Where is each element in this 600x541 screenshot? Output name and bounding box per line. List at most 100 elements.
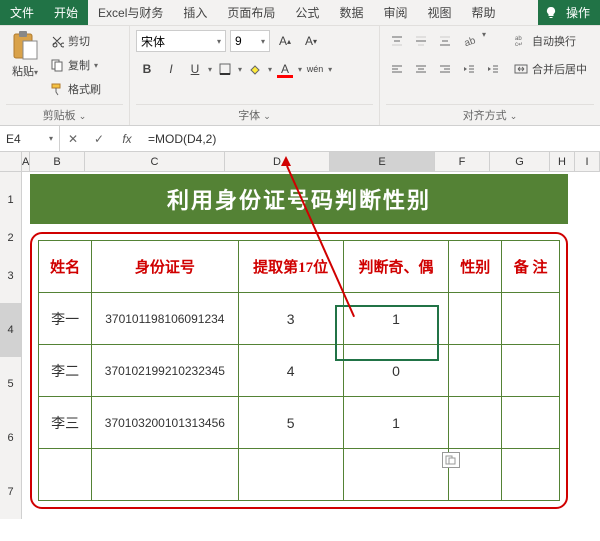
increase-font-button[interactable]: A▴	[274, 30, 296, 52]
decrease-indent-button[interactable]	[458, 58, 480, 80]
wrap-text-label: 自动换行	[532, 33, 576, 49]
menu-data[interactable]: 数据	[329, 0, 373, 25]
cell-note[interactable]	[502, 397, 560, 449]
menu-home[interactable]: 开始	[44, 0, 88, 25]
cut-button[interactable]: 剪切	[50, 30, 101, 52]
cell-odd[interactable]	[343, 449, 448, 501]
svg-text:ab: ab	[463, 35, 476, 48]
menu-tell-me[interactable]: 操作	[564, 0, 600, 25]
worksheet-grid[interactable]: A B C D E F G H I 1 2 3 4 5 6 7 利用身份证号码判…	[0, 152, 600, 172]
font-color-button[interactable]: A	[274, 58, 296, 80]
align-right-button[interactable]	[434, 58, 456, 80]
cell-d17[interactable]: 3	[238, 293, 343, 345]
align-bottom-button[interactable]	[434, 30, 456, 52]
align-top-button[interactable]	[386, 30, 408, 52]
th-id: 身份证号	[92, 241, 238, 293]
cell-odd[interactable]: 0	[343, 345, 448, 397]
paste-button[interactable]: 粘贴▾	[6, 30, 44, 79]
row-header-5[interactable]: 5	[0, 357, 22, 411]
th-name: 姓名	[39, 241, 92, 293]
brush-icon	[50, 82, 64, 96]
format-painter-button[interactable]: 格式刷	[50, 78, 101, 100]
wrap-text-button[interactable]: abc↵ 自动换行	[514, 30, 587, 52]
cell-sex[interactable]	[449, 293, 502, 345]
cell-name[interactable]: 李一	[39, 293, 92, 345]
accept-formula-button[interactable]: ✓	[86, 132, 112, 146]
th-odd: 判断奇、偶	[343, 241, 448, 293]
menu-insert[interactable]: 插入	[173, 0, 217, 25]
col-header-i[interactable]: I	[575, 152, 600, 171]
font-size-select[interactable]: 9▾	[230, 30, 270, 52]
cell-name[interactable]: 李三	[39, 397, 92, 449]
col-header-f[interactable]: F	[435, 152, 490, 171]
cell-id[interactable]: 370102199210232345	[92, 345, 238, 397]
col-header-c[interactable]: C	[85, 152, 225, 171]
data-table-frame: 姓名 身份证号 提取第17位 判断奇、偶 性别 备 注 李一 370101198…	[30, 232, 568, 509]
cell-sex[interactable]	[449, 345, 502, 397]
cell-note[interactable]	[502, 345, 560, 397]
fx-icon[interactable]: fx	[112, 132, 142, 146]
name-box[interactable]: E4▾	[0, 126, 60, 151]
align-middle-button[interactable]	[410, 30, 432, 52]
cell-sex[interactable]	[449, 397, 502, 449]
cell-name[interactable]: 李二	[39, 345, 92, 397]
row-header-6[interactable]: 6	[0, 411, 22, 465]
cell-note[interactable]	[502, 449, 560, 501]
cell-d17[interactable]: 4	[238, 345, 343, 397]
row-header-1[interactable]: 1	[0, 172, 22, 227]
fill-color-button[interactable]	[244, 58, 266, 80]
font-name-select[interactable]: 宋体▾	[136, 30, 226, 52]
align-left-button[interactable]	[386, 58, 408, 80]
name-box-value: E4	[6, 132, 21, 146]
format-painter-label: 格式刷	[68, 81, 101, 97]
table-row: 李三 370103200101313456 5 1	[39, 397, 560, 449]
menu-review[interactable]: 审阅	[373, 0, 417, 25]
cell-id[interactable]: 370101198106091234	[92, 293, 238, 345]
cell-odd[interactable]: 1	[343, 397, 448, 449]
menu-help[interactable]: 帮助	[461, 0, 505, 25]
col-header-e[interactable]: E	[330, 152, 435, 171]
col-header-b[interactable]: B	[30, 152, 85, 171]
tell-me-icon[interactable]	[538, 0, 564, 25]
bold-button[interactable]: B	[136, 58, 158, 80]
row-header-4[interactable]: 4	[0, 303, 22, 357]
cell-name[interactable]	[39, 449, 92, 501]
formula-input[interactable]: =MOD(D4,2)	[142, 126, 600, 151]
decrease-font-button[interactable]: A▾	[300, 30, 322, 52]
underline-button[interactable]: U	[184, 58, 206, 80]
menu-excel-fin[interactable]: Excel与财务	[88, 0, 173, 25]
cell-id[interactable]	[92, 449, 238, 501]
row-header-2[interactable]: 2	[0, 227, 22, 249]
title-banner: 利用身份证号码判断性别	[30, 174, 568, 224]
menu-formulas[interactable]: 公式	[285, 0, 329, 25]
phonetic-button[interactable]: wén	[304, 58, 326, 80]
col-header-g[interactable]: G	[490, 152, 550, 171]
select-all-corner[interactable]	[0, 152, 22, 171]
merge-icon	[514, 62, 528, 76]
row-header-7[interactable]: 7	[0, 465, 22, 519]
increase-indent-button[interactable]	[482, 58, 504, 80]
menu-page-layout[interactable]: 页面布局	[217, 0, 285, 25]
italic-button[interactable]: I	[160, 58, 182, 80]
row-header-3[interactable]: 3	[0, 249, 22, 303]
cell-d17[interactable]: 5	[238, 397, 343, 449]
table-row: 李二 370102199210232345 4 0	[39, 345, 560, 397]
col-header-h[interactable]: H	[550, 152, 575, 171]
cell-id[interactable]: 370103200101313456	[92, 397, 238, 449]
border-button[interactable]	[214, 58, 236, 80]
paste-options-button[interactable]	[442, 452, 460, 468]
cell-d17[interactable]	[238, 449, 343, 501]
orientation-button[interactable]: ab	[458, 30, 480, 52]
col-header-d[interactable]: D	[225, 152, 330, 171]
align-center-button[interactable]	[410, 58, 432, 80]
menu-file[interactable]: 文件	[0, 0, 44, 25]
menu-bar: 文件 开始 Excel与财务 插入 页面布局 公式 数据 审阅 视图 帮助 操作	[0, 0, 600, 26]
col-header-a[interactable]: A	[22, 152, 30, 171]
menu-view[interactable]: 视图	[417, 0, 461, 25]
cell-odd[interactable]: 1	[343, 293, 448, 345]
cell-note[interactable]	[502, 293, 560, 345]
cut-label: 剪切	[68, 33, 90, 49]
copy-button[interactable]: 复制▾	[50, 54, 101, 76]
cancel-formula-button[interactable]: ✕	[60, 132, 86, 146]
merge-button[interactable]: 合并后居中	[514, 58, 587, 80]
